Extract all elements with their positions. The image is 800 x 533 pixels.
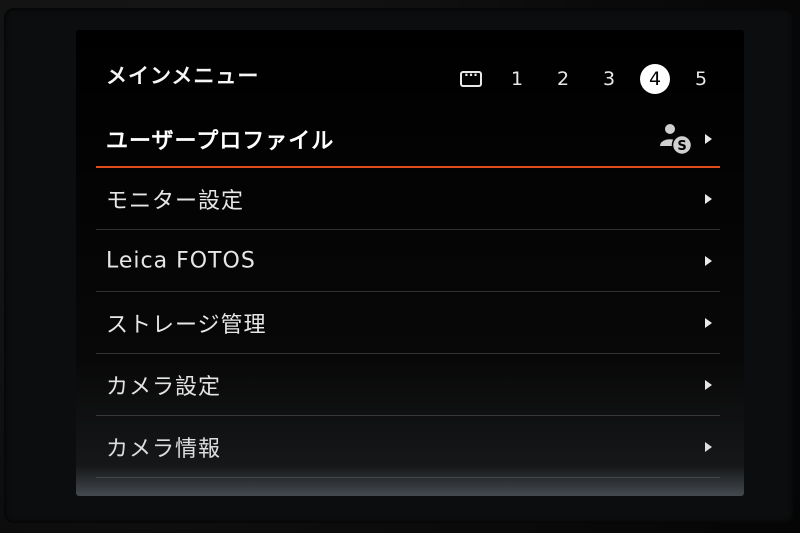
user-profile-icon: S (660, 124, 693, 156)
chevron-right-icon (705, 134, 712, 144)
menu-item-label: ユーザープロファイル (106, 129, 335, 154)
page-title: メインメニュー (106, 64, 260, 88)
main-menu-list: ユーザープロファイル S モニター設定 Leica FOTOS ストレージ管理 … (96, 112, 720, 478)
chevron-right-icon (705, 379, 712, 390)
menu-item-label: カメラ設定 (106, 374, 222, 400)
menu-item-user-profile[interactable]: ユーザープロファイル S (96, 112, 720, 168)
lcd-screen: メインメニュー 1 2 3 4 5 (76, 30, 744, 496)
tab-page-label: 1 (510, 68, 524, 90)
tab-page-label: 4 (640, 64, 670, 94)
tab-page-1[interactable]: 1 (494, 64, 540, 94)
menu-item-storage-management[interactable]: ストレージ管理 (96, 292, 720, 354)
svg-text:S: S (677, 139, 686, 154)
menu-item-label: モニター設定 (106, 188, 245, 214)
tab-page-3[interactable]: 3 (586, 64, 632, 94)
tab-quick-menu[interactable] (448, 64, 494, 94)
tab-page-label: 3 (602, 68, 616, 90)
tab-page-2[interactable]: 2 (540, 64, 586, 94)
chevron-right-icon (705, 441, 712, 452)
tab-page-5[interactable]: 5 (678, 64, 724, 94)
menu-item-label: ストレージ管理 (106, 312, 267, 338)
camera-body: メインメニュー 1 2 3 4 5 (0, 0, 800, 533)
page-tabs: 1 2 3 4 5 (448, 64, 724, 94)
chevron-right-icon (705, 193, 712, 204)
menu-item-leica-fotos[interactable]: Leica FOTOS (96, 230, 720, 292)
quick-menu-icon (460, 65, 482, 87)
screen-bezel: メインメニュー 1 2 3 4 5 (4, 8, 794, 523)
tab-page-label: 5 (694, 68, 708, 90)
tab-page-label: 2 (556, 68, 570, 90)
screen-glare (76, 466, 744, 496)
menu-item-label: Leica FOTOS (106, 248, 256, 273)
chevron-right-icon (705, 317, 712, 328)
menu-item-label: カメラ情報 (106, 436, 222, 462)
tab-page-4[interactable]: 4 (632, 64, 678, 94)
menu-item-camera-settings[interactable]: カメラ設定 (96, 354, 720, 416)
menu-item-monitor-settings[interactable]: モニター設定 (96, 168, 720, 230)
chevron-right-icon (705, 255, 712, 266)
